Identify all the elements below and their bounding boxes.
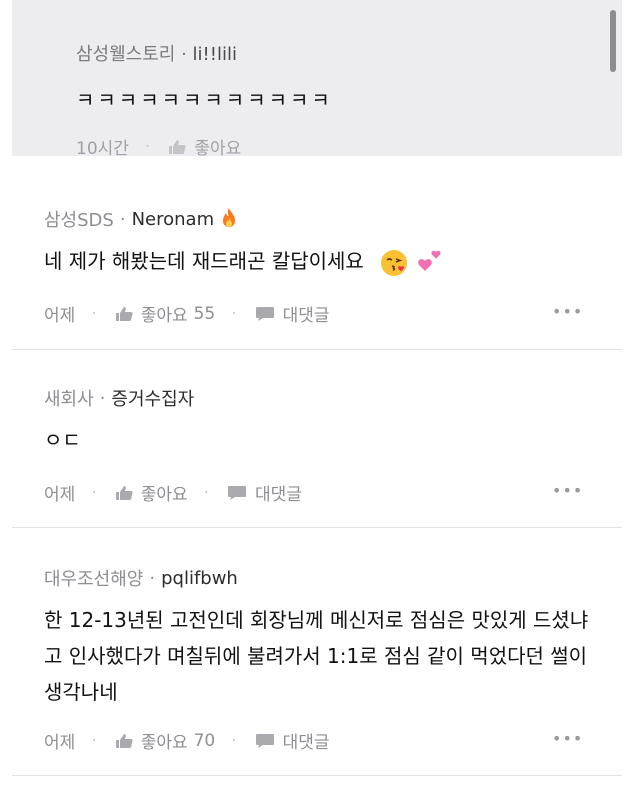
reply-company: 삼성웰스토리	[76, 44, 176, 65]
reply-label: 대댓글	[282, 733, 330, 753]
comment-time: 어제	[44, 733, 76, 753]
reply-button[interactable]: 대댓글	[227, 480, 302, 505]
more-options-button[interactable]: •••	[552, 302, 583, 321]
comment-actions: 어제 · 좋아요 70 · 대댓글	[44, 728, 330, 754]
speech-bubble-icon	[255, 733, 274, 748]
comment-meta: 삼성SDS · Neronam	[44, 206, 240, 232]
reply-like-button[interactable]: 좋아요	[168, 134, 241, 159]
reply-actions: 10시간 · 좋아요	[76, 134, 241, 160]
kissing-face-emoji-icon	[381, 249, 408, 276]
reply-like-label: 좋아요	[194, 139, 242, 159]
reply-button[interactable]: 대댓글	[255, 728, 330, 753]
like-button[interactable]: 좋아요 70	[115, 728, 216, 753]
comment-time: 어제	[44, 306, 76, 326]
reply-label: 대댓글	[255, 485, 302, 505]
thumbs-up-icon	[115, 485, 133, 500]
comment: 삼성SDS · Neronam 네 제가 해봤는데 재드래곤 칼답이세요 어제 …	[12, 157, 622, 350]
like-label: 좋아요	[140, 306, 188, 326]
comment-meta: 새회사 · 증거수집자	[44, 385, 194, 411]
two-hearts-emoji-icon	[417, 250, 441, 271]
comment-username[interactable]: 증거수집자	[111, 385, 194, 411]
reply-text: ㅋㅋㅋㅋㅋㅋㅋㅋㅋㅋㅋㅋ	[76, 88, 333, 112]
thumbs-up-icon	[115, 733, 133, 748]
comment: 새회사 · 증거수집자 ㅇㄷ 어제 · 좋아요 · 대댓글 •••	[12, 350, 622, 528]
fire-emoji-icon	[223, 208, 236, 227]
like-button[interactable]: 좋아요	[115, 480, 188, 505]
like-label: 좋아요	[140, 733, 188, 753]
comment-text-row: 네 제가 해봤는데 재드래곤 칼답이세요	[44, 243, 604, 279]
reply-label: 대댓글	[282, 306, 330, 326]
thumbs-up-icon	[169, 139, 186, 154]
speech-bubble-icon	[228, 485, 247, 500]
comment-username[interactable]: Neronam	[132, 209, 215, 230]
comment-time: 어제	[44, 485, 76, 505]
reply-username[interactable]: li!!lili	[193, 44, 237, 65]
like-count: 70	[193, 730, 216, 751]
comment-company: 삼성SDS	[44, 210, 114, 231]
reply-time: 10시간	[76, 139, 129, 159]
comment-text: 한 12-13년된 고전인데 회장님께 메신저로 점심은 맛있게 드셨냐고 인사…	[44, 608, 589, 704]
speech-bubble-icon	[255, 306, 274, 321]
scrollbar[interactable]	[610, 10, 616, 72]
comment-company: 새회사	[44, 389, 94, 410]
comment-company: 대우조선해양	[44, 569, 144, 590]
like-label: 좋아요	[140, 485, 188, 505]
comment-text: 네 제가 해봤는데 재드래곤 칼답이세요	[44, 249, 364, 273]
comment-text: ㅇㄷ	[44, 428, 81, 452]
comment-username[interactable]: pqlifbwh	[161, 568, 238, 589]
highlighted-reply: 삼성웰스토리 · li!!lili ㅋㅋㅋㅋㅋㅋㅋㅋㅋㅋㅋㅋ 10시간 · 좋아…	[12, 0, 622, 160]
more-options-button[interactable]: •••	[552, 481, 583, 500]
like-count: 55	[193, 303, 216, 324]
comment: 대우조선해양 · pqlifbwh 한 12-13년된 고전인데 회장님께 메신…	[12, 528, 622, 776]
more-options-button[interactable]: •••	[552, 729, 583, 748]
thumbs-up-icon	[115, 306, 133, 321]
comment-meta: 대우조선해양 · pqlifbwh	[44, 565, 238, 591]
like-button[interactable]: 좋아요 55	[115, 301, 216, 326]
reply-meta: 삼성웰스토리 · li!!lili	[76, 44, 237, 65]
comment-actions: 어제 · 좋아요 55 · 대댓글	[44, 301, 330, 327]
comment-actions: 어제 · 좋아요 · 대댓글	[44, 480, 302, 506]
reply-button[interactable]: 대댓글	[255, 301, 330, 326]
